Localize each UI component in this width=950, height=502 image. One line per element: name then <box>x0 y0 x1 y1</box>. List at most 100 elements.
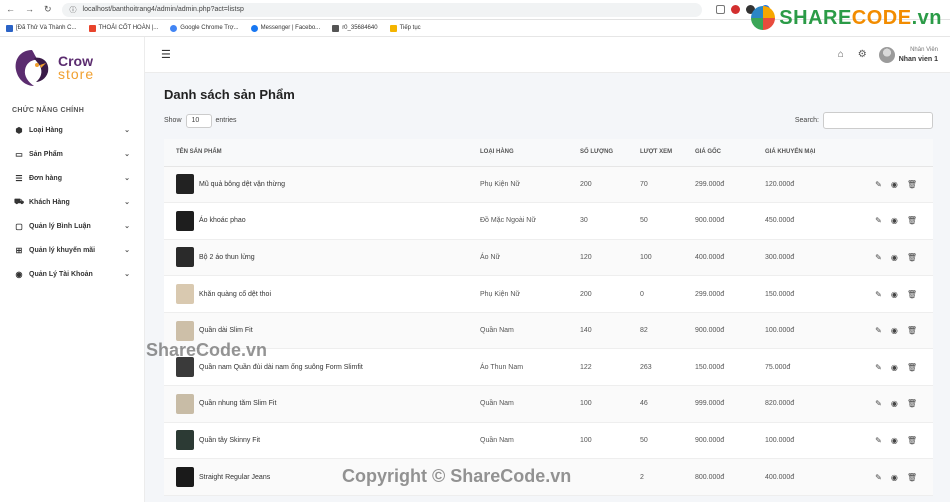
edit-icon[interactable]: ✎ <box>875 326 882 335</box>
order-icon: ☰ <box>15 173 23 183</box>
reload-icon[interactable]: ↻ <box>44 4 52 15</box>
column-header[interactable]: GIÁ KHUYẾN MẠI <box>759 139 839 167</box>
cell-product: Khăn quàng cổ dệt thoi <box>164 275 474 313</box>
store-logo[interactable]: Crow store <box>0 37 144 99</box>
view-eye-icon[interactable]: ◉ <box>891 216 898 225</box>
cell-quantity <box>574 458 634 496</box>
cell-product: Bộ 2 áo thun lửng <box>164 239 474 277</box>
search-input[interactable] <box>823 112 933 129</box>
column-header[interactable]: SỐ LƯỢNG <box>574 139 634 167</box>
cube-icon: ⬢ <box>15 125 23 135</box>
star-icon[interactable] <box>715 5 725 14</box>
column-header[interactable]: TÊN SẢN PHẨM <box>164 139 474 167</box>
cell-product: Mũ quả bông dệt vặn thừng <box>164 166 474 204</box>
view-eye-icon[interactable]: ◉ <box>891 253 898 262</box>
address-bar[interactable]: ⓘ localhost/banthoitrang4/admin/admin.ph… <box>61 2 702 17</box>
product-info: Straight Regular Jeans <box>176 467 468 488</box>
sidebar-item-khuyen-mai[interactable]: ⊞ Quản lý khuyến mãi ⌄ <box>0 238 144 262</box>
edit-icon[interactable]: ✎ <box>875 363 882 372</box>
view-eye-icon[interactable]: ◉ <box>891 290 898 299</box>
chevron-down-icon: ⌄ <box>124 199 130 206</box>
cell-sale-price: 100.000đ <box>759 422 839 460</box>
forward-arrow-icon[interactable]: → <box>25 4 34 15</box>
edit-icon[interactable]: ✎ <box>875 253 882 262</box>
product-name: Quần nhung tăm Slim Fit <box>199 400 277 408</box>
user-menu[interactable]: Nhân Viên Nhan vien 1 <box>878 46 938 64</box>
cell-sale-price: 100.000đ <box>759 312 839 350</box>
edit-icon[interactable]: ✎ <box>875 399 882 408</box>
cell-sale-price: 400.000đ <box>759 458 839 496</box>
edit-icon[interactable]: ✎ <box>875 216 882 225</box>
product-thumbnail <box>176 430 194 451</box>
chevron-down-icon: ⌄ <box>124 271 130 278</box>
comment-icon: ▢ <box>15 221 23 231</box>
cell-views: 0 <box>634 275 689 313</box>
chevron-down-icon: ⌄ <box>124 175 130 182</box>
trash-icon[interactable]: 🗑 <box>907 253 917 262</box>
edit-icon[interactable]: ✎ <box>875 180 882 189</box>
sidebar-item-tai-khoan[interactable]: ◉ Quản Lý Tài Khoản ⌄ <box>0 262 144 286</box>
view-eye-icon[interactable]: ◉ <box>891 399 898 408</box>
promotion-icon: ⊞ <box>15 245 23 255</box>
column-header[interactable]: LOẠI HÀNG <box>474 139 574 167</box>
edit-icon[interactable]: ✎ <box>875 290 882 299</box>
table-row: Quần nam Quần đùi dài nam ống suông Form… <box>164 348 933 387</box>
trash-icon[interactable]: 🗑 <box>907 399 917 408</box>
bookmark-item[interactable]: Google Chrome Trợ... <box>170 24 239 32</box>
view-eye-icon[interactable]: ◉ <box>891 180 898 189</box>
cell-product: Straight Regular Jeans <box>164 458 474 496</box>
cell-price: 150.000đ <box>689 348 759 387</box>
products-table: TÊN SẢN PHẨM LOẠI HÀNG SỐ LƯỢNG LƯỢT XEM… <box>164 139 933 496</box>
topbar: ☰ ⌂ ⚙ Nhân Viên Nhan vien 1 <box>145 37 950 73</box>
admin-app: Crow store CHỨC NĂNG CHÍNH ⬢ Loại Hàng ⌄… <box>0 37 950 502</box>
cell-product: Quần nam Quần đùi dài nam ống suông Form… <box>164 348 474 387</box>
sidebar-item-label: Quản lý khuyến mãi <box>29 246 96 254</box>
bookmark-item[interactable]: Tiếp tục <box>389 24 421 32</box>
sidebar-item-khach-hang[interactable]: ⛟ Khách Hàng ⌄ <box>0 190 144 214</box>
column-header[interactable]: GIÁ GỐC <box>689 139 759 167</box>
view-eye-icon[interactable]: ◉ <box>891 363 898 372</box>
cell-views: 46 <box>634 385 689 423</box>
edit-icon[interactable]: ✎ <box>875 473 882 482</box>
sidebar-item-don-hang[interactable]: ☰ Đơn hàng ⌄ <box>0 166 144 190</box>
view-eye-icon[interactable]: ◉ <box>891 326 898 335</box>
gear-icon[interactable]: ⚙ <box>858 49 867 60</box>
home-icon[interactable]: ⌂ <box>838 49 844 60</box>
cell-category: Đồ Mặc Ngoài Nữ <box>474 202 574 240</box>
product-info: Quần nam Quần đùi dài nam ống suông Form… <box>176 357 468 378</box>
cell-category: Áo Thun Nam <box>474 348 574 387</box>
chevron-down-icon: ⌄ <box>124 151 130 158</box>
sidebar-item-binh-luan[interactable]: ▢ Quản lý Bình Luận ⌄ <box>0 214 144 238</box>
column-header[interactable]: LƯỢT XEM <box>634 139 689 167</box>
trash-icon[interactable]: 🗑 <box>907 290 917 299</box>
view-eye-icon[interactable]: ◉ <box>891 473 898 482</box>
bookmark-item[interactable]: THOẢI CỐT HOÀN |... <box>88 24 158 32</box>
hamburger-menu-icon[interactable]: ☰ <box>161 48 171 61</box>
entries-select[interactable]: 10 <box>185 113 212 128</box>
product-info: Bộ 2 áo thun lửng <box>176 247 468 268</box>
trash-icon[interactable]: 🗑 <box>907 326 917 335</box>
bookmark-item[interactable]: r0_35684640 <box>332 24 378 32</box>
sidebar-item-label: Quản lý Bình Luận <box>29 222 91 230</box>
trash-icon[interactable]: 🗑 <box>907 473 917 482</box>
trash-icon[interactable]: 🗑 <box>907 216 917 225</box>
product-name: Quần dài Slim Fit <box>199 327 253 335</box>
trash-icon[interactable]: 🗑 <box>907 363 917 372</box>
view-eye-icon[interactable]: ◉ <box>891 436 898 445</box>
bookmark-item[interactable]: Messenger | Facebo... <box>250 24 320 32</box>
extension-icon[interactable] <box>730 5 740 14</box>
entries-label: entries <box>215 117 237 124</box>
back-arrow-icon[interactable]: ← <box>6 4 15 15</box>
cell-quantity: 120 <box>574 239 634 277</box>
cell-views: 2 <box>634 458 689 496</box>
cell-price: 900.000đ <box>689 202 759 240</box>
product-name: Mũ quả bông dệt vặn thừng <box>199 180 286 188</box>
trash-icon[interactable]: 🗑 <box>907 436 917 445</box>
product-name: Bộ 2 áo thun lửng <box>199 253 255 261</box>
sidebar-item-loai-hang[interactable]: ⬢ Loại Hàng ⌄ <box>0 118 144 142</box>
sidebar-item-san-pham[interactable]: ▭ Sản Phẩm ⌄ <box>0 142 144 166</box>
trash-icon[interactable]: 🗑 <box>907 180 917 189</box>
edit-icon[interactable]: ✎ <box>875 436 882 445</box>
bookmark-item[interactable]: [Đã Thử Và Thành C... <box>6 24 77 32</box>
cell-price: 299.000đ <box>689 166 759 204</box>
